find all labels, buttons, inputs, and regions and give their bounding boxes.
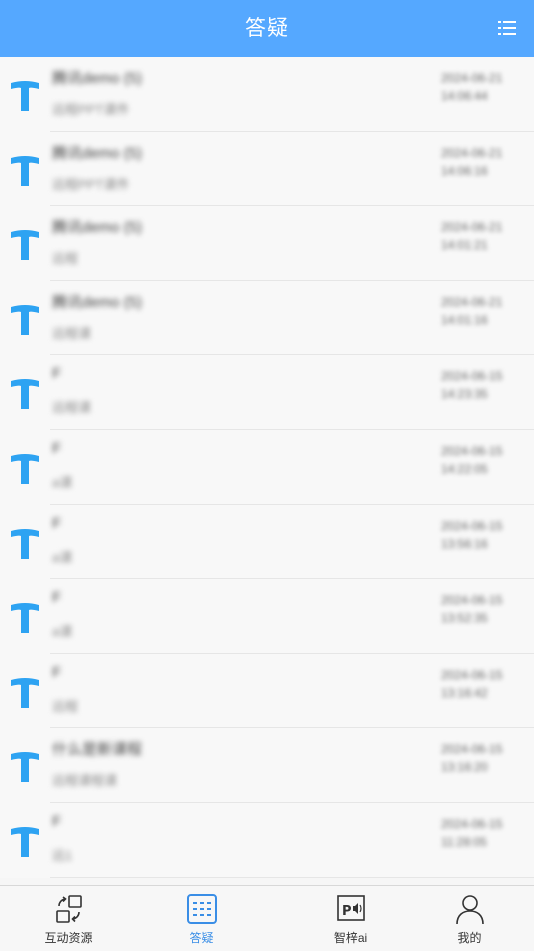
item-title: 腾讯demo (5) [52,219,143,237]
list-menu-icon[interactable] [498,20,516,36]
item-date: 2024-06-15 [441,518,503,533]
item-preview: 远1 [52,847,73,863]
item-date: 2024-06-15 [441,593,503,608]
person-icon [455,895,484,925]
item-time: 11:28:05 [441,834,487,849]
teacher-t-icon [11,453,39,484]
item-date: 2024-06-21 [441,294,503,309]
tab-label: 我的 [457,931,482,945]
teacher-t-icon [11,81,39,111]
list-item[interactable]: 腾讯demo (5) 远程PPT课件 2024-06-21 14:06:44 [0,57,534,132]
list-item[interactable]: F 远1 2024-06-15 11:28:05 [0,802,534,878]
item-title: 什么是新课程 [52,741,143,759]
item-time: 14:06:44 [441,89,488,103]
teacher-t-icon [11,155,39,186]
list-item[interactable]: Fa课 2024-06-15 13:56:16 [0,504,534,580]
item-preview: 远程课程课 [52,773,118,789]
item-preview: a课 [52,474,73,490]
item-title: F [52,365,62,383]
list-item[interactable]: F 远程 2024-06-15 13:16:42 [0,653,534,729]
item-title: F [52,439,62,457]
list-item[interactable]: Fa课 2024-06-15 14:22:05 [0,429,534,505]
teacher-t-icon [11,752,39,783]
item-date: 2024-06-15 [441,443,503,458]
item-time: 14:06:16 [441,163,488,178]
item-time: 13:56:16 [441,536,488,551]
list-item[interactable]: 腾讯demo (5) 远程课 2024-06-21 14:01:16 [0,280,534,356]
teacher-t-icon [11,304,39,335]
tab-qa[interactable]: 答疑 [135,886,268,951]
ppt-audio-icon: P [336,895,365,921]
list-item[interactable]: F 远程课 2024-06-15 14:23:35 [0,355,534,430]
item-date: 2024-06-21 [441,220,503,235]
item-time: 13:16:42 [441,685,488,700]
teacher-t-icon [11,528,39,559]
item-title: F [52,589,62,607]
teacher-t-icon [11,603,39,634]
item-title: F [52,663,62,681]
item-date: 2024-06-15 [441,369,503,384]
teacher-t-icon [11,677,39,708]
app-header: 答疑 [0,0,534,57]
list-item[interactable]: 腾讯demo (5) 远程PPT课件 2024-06-21 14:06:16 [0,131,534,207]
item-time: 13:16:20 [441,760,488,775]
page-title: 答疑 [245,17,289,40]
item-time: 14:01:16 [441,312,488,327]
item-date: 2024-06-21 [441,71,503,85]
item-title: 腾讯demo (5) [52,144,143,162]
item-preview: 远程 [52,251,79,267]
item-date: 2024-06-15 [441,816,503,831]
list-item[interactable]: Fa课 2024-06-15 13:52:35 [0,579,534,654]
qa-list[interactable]: 腾讯demo (5) 远程PPT课件 2024-06-21 14:06:44 腾讯dem… [0,57,534,885]
tab-interactive-resources[interactable]: 互动资源 [2,886,135,951]
tab-ai[interactable]: P 智梓ai [284,886,417,951]
tab-me[interactable]: 我的 [403,886,534,951]
list-item[interactable]: 腾讯demo (5) 远程 2024-06-21 14:01:21 [0,206,534,281]
item-date: 2024-06-15 [441,742,503,757]
item-time: 13:52:35 [441,611,488,626]
interactive-resources-icon [55,895,82,923]
item-preview: 远程课 [52,400,92,416]
item-time: 14:23:35 [441,387,488,402]
list-item[interactable]: 什么是新课程 远程课程课 2024-06-15 13:16:20 [0,728,534,803]
item-title: F [52,812,62,830]
teacher-t-icon [11,230,39,261]
item-title: 腾讯demo (5) [52,293,143,311]
teacher-t-icon [11,826,39,857]
tab-label: 智梓ai [333,931,368,945]
tab-label: 互动资源 [44,931,93,945]
svg-text:P: P [342,904,352,919]
item-date: 2024-06-15 [441,667,503,682]
item-title: F [52,514,62,532]
item-preview: a课 [52,624,73,640]
item-preview: 远程PPT课件 [52,176,130,192]
item-preview: a课 [52,549,73,565]
item-preview: 远程PPT课件 [52,102,130,117]
bottom-tab-bar: 互动资源 答疑 P 智梓ai 我的 [0,885,534,951]
item-time: 14:22:05 [441,461,488,476]
item-preview: 远程课 [52,325,92,341]
tab-label: 答疑 [189,931,214,945]
row-divider [50,876,534,878]
item-title: 腾讯demo (5) [52,70,143,87]
teacher-t-icon [11,379,39,410]
item-time: 14:01:21 [441,238,488,253]
qa-grid-icon [186,894,217,924]
item-preview: 远程 [52,698,79,714]
item-date: 2024-06-21 [441,145,503,160]
